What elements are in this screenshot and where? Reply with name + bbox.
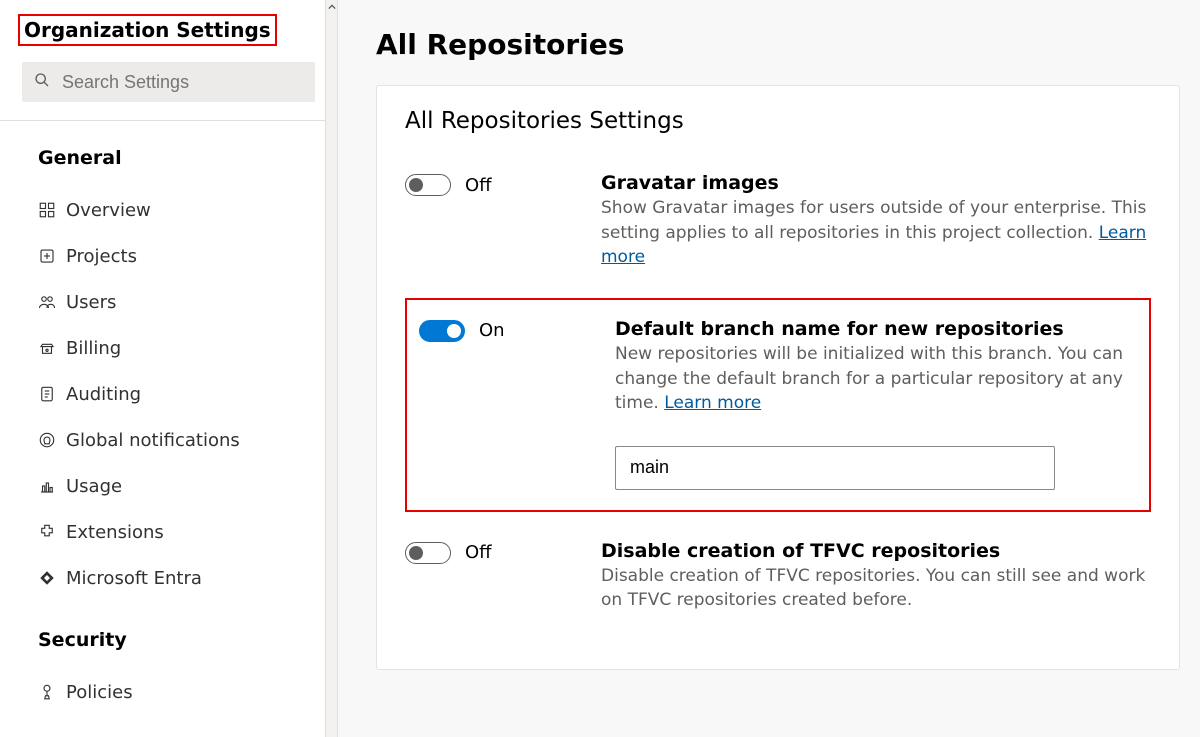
sidebar-item-label: Overview <box>66 200 151 221</box>
sidebar-title: Organization Settings <box>18 14 277 46</box>
sidebar-item-label: Policies <box>66 682 133 703</box>
setting-title: Gravatar images <box>601 172 1151 194</box>
setting-gravatar: Off Gravatar images Show Gravatar images… <box>405 164 1151 298</box>
sidebar-item-overview[interactable]: Overview <box>38 187 325 233</box>
default-branch-toggle[interactable] <box>419 320 465 342</box>
search-icon <box>34 72 50 92</box>
sidebar-item-label: Extensions <box>66 522 164 543</box>
main-content: All Repositories All Repositories Settin… <box>338 0 1200 737</box>
notifications-icon <box>38 431 66 449</box>
sidebar-item-projects[interactable]: Projects <box>38 233 325 279</box>
projects-icon <box>38 247 66 265</box>
toggle-col: On <box>419 318 615 342</box>
sidebar-item-users[interactable]: Users <box>38 279 325 325</box>
setting-disable-tfvc: Off Disable creation of TFVC repositorie… <box>405 532 1151 641</box>
overview-icon <box>38 201 66 219</box>
sidebar-item-usage[interactable]: Usage <box>38 463 325 509</box>
setting-default-branch: On Default branch name for new repositor… <box>419 310 1137 496</box>
sidebar-item-label: Projects <box>66 246 137 267</box>
default-branch-input[interactable] <box>615 446 1055 490</box>
search-box[interactable] <box>22 62 315 102</box>
section-title-general: General <box>38 147 325 169</box>
disable-tfvc-toggle[interactable] <box>405 542 451 564</box>
toggle-state-label: On <box>479 320 505 341</box>
auditing-icon <box>38 385 66 403</box>
scroll-up-arrow[interactable] <box>326 0 337 14</box>
usage-icon <box>38 477 66 495</box>
section-title-security: Security <box>38 629 325 651</box>
sidebar-title-wrap: Organization Settings <box>0 0 337 58</box>
sidebar-item-auditing[interactable]: Auditing <box>38 371 325 417</box>
toggle-state-label: Off <box>465 542 492 563</box>
scrollbar[interactable] <box>325 0 337 737</box>
card-title: All Repositories Settings <box>405 108 1151 134</box>
setting-title: Disable creation of TFVC repositories <box>601 540 1151 562</box>
setting-desc: Show Gravatar images for users outside o… <box>601 196 1151 270</box>
gravatar-toggle[interactable] <box>405 174 451 196</box>
learn-more-link[interactable]: Learn more <box>664 393 761 413</box>
setting-body: Default branch name for new repositories… <box>615 318 1137 490</box>
search-input[interactable] <box>62 72 303 93</box>
sidebar-item-label: Billing <box>66 338 121 359</box>
desc-text: Show Gravatar images for users outside o… <box>601 198 1146 243</box>
setting-desc: Disable creation of TFVC repositories. Y… <box>601 564 1151 613</box>
sidebar-item-label: Global notifications <box>66 430 240 451</box>
toggle-col: Off <box>405 172 601 196</box>
sidebar: Organization Settings General Overview P… <box>0 0 338 737</box>
sidebar-item-label: Usage <box>66 476 122 497</box>
sidebar-item-label: Auditing <box>66 384 141 405</box>
sidebar-item-billing[interactable]: Billing <box>38 325 325 371</box>
setting-desc: New repositories will be initialized wit… <box>615 342 1137 416</box>
settings-card: All Repositories Settings Off Gravatar i… <box>376 85 1180 670</box>
sidebar-item-global-notifications[interactable]: Global notifications <box>38 417 325 463</box>
sidebar-item-extensions[interactable]: Extensions <box>38 509 325 555</box>
setting-body: Gravatar images Show Gravatar images for… <box>601 172 1151 270</box>
toggle-col: Off <box>405 540 601 564</box>
sidebar-nav: General Overview Projects Users Billing <box>0 121 337 715</box>
sidebar-item-microsoft-entra[interactable]: Microsoft Entra <box>38 555 325 601</box>
sidebar-item-policies[interactable]: Policies <box>38 669 325 715</box>
search-wrap <box>0 58 337 121</box>
users-icon <box>38 293 66 311</box>
sidebar-item-label: Users <box>66 292 116 313</box>
toggle-state-label: Off <box>465 175 492 196</box>
billing-icon <box>38 339 66 357</box>
setting-body: Disable creation of TFVC repositories Di… <box>601 540 1151 613</box>
highlight-default-branch: On Default branch name for new repositor… <box>405 298 1151 512</box>
policies-icon <box>38 683 66 701</box>
setting-title: Default branch name for new repositories <box>615 318 1137 340</box>
entra-icon <box>38 569 66 587</box>
extensions-icon <box>38 523 66 541</box>
page-title: All Repositories <box>376 28 1180 61</box>
sidebar-item-label: Microsoft Entra <box>66 568 202 589</box>
